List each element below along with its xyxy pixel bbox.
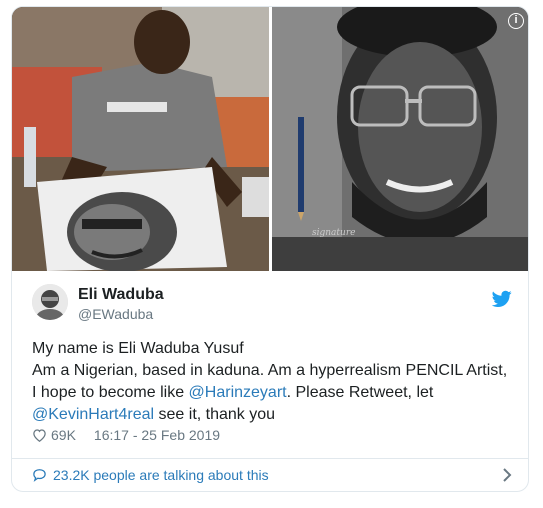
embedded-tweet-card[interactable]: signature i Eli Waduba @EWaduba My name … [11, 6, 529, 492]
mention-harinzeyart[interactable]: @Harinzeyart [189, 384, 287, 401]
tweet-timestamp[interactable]: 16:17 - 25 Feb 2019 [94, 427, 220, 443]
tweet-header: Eli Waduba @EWaduba [32, 284, 512, 324]
tweet-line-3-prefix: I hope to become like [32, 384, 189, 401]
tweet-line-3-suffix: . Please Retweet, let [286, 384, 434, 401]
author-handle[interactable]: @EWaduba [78, 306, 153, 322]
talking-about-link[interactable]: 23.2K people are talking about this [32, 466, 512, 484]
speech-bubble-icon [33, 469, 46, 482]
tweet-line-4: @KevinHart4real see it, thank you [32, 404, 512, 426]
chevron-right-icon[interactable] [502, 468, 512, 482]
mention-kevinhart4real[interactable]: @KevinHart4real [32, 406, 154, 423]
photo-pencil-portrait[interactable]: signature [272, 7, 529, 271]
heart-icon[interactable] [32, 428, 47, 442]
author-avatar[interactable] [32, 284, 68, 320]
tweet-meta: 69K 16:17 - 25 Feb 2019 [32, 427, 220, 443]
photo-artist-with-drawing[interactable] [12, 7, 269, 271]
twitter-bird-icon[interactable] [492, 290, 512, 308]
tweet-line-4-suffix: see it, thank you [154, 406, 276, 423]
svg-text:signature: signature [312, 228, 355, 238]
tweet-media[interactable]: signature i [12, 7, 529, 271]
tweet-text: My name is Eli Waduba Yusuf Am a Nigeria… [32, 338, 512, 426]
footer-divider [12, 458, 528, 459]
tweet-line-2: Am a Nigerian, based in kaduna. Am a hyp… [32, 362, 508, 379]
tweet-line-1: My name is Eli Waduba Yusuf [32, 340, 244, 357]
tweet-line-3: I hope to become like @Harinzeyart. Plea… [32, 382, 512, 404]
talking-count-text: 23.2K people are talking about this [53, 467, 269, 483]
author-name[interactable]: Eli Waduba [78, 286, 164, 304]
info-icon[interactable]: i [508, 13, 524, 29]
like-count[interactable]: 69K [51, 427, 76, 443]
